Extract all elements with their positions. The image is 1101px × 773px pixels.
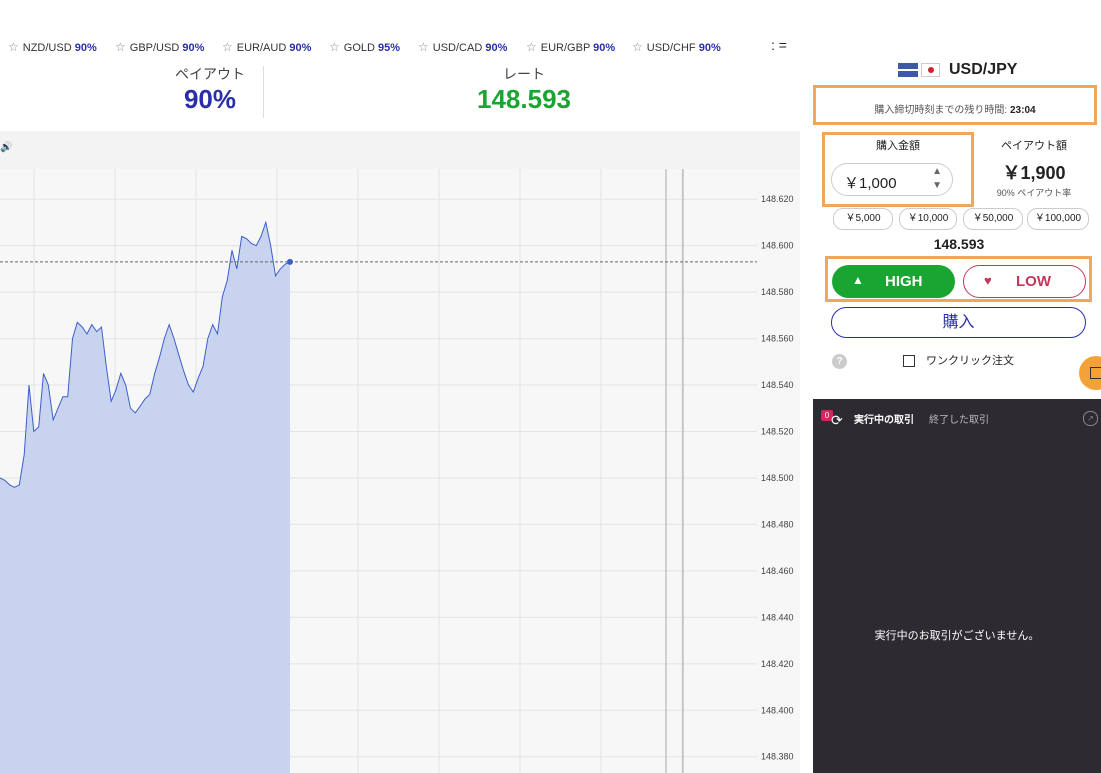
ticker-payout: 90% xyxy=(74,42,97,54)
stepper-down-icon[interactable]: ▼ xyxy=(932,180,942,191)
star-icon[interactable]: ☆ xyxy=(8,40,19,54)
y-tick-label: 148.560 xyxy=(761,334,794,344)
buy-button[interactable]: 購入 xyxy=(831,307,1086,338)
y-tick-label: 148.520 xyxy=(761,427,794,437)
quick-amount-10000[interactable]: ￥10,000 xyxy=(899,208,957,230)
pair-title: USD/JPY xyxy=(949,61,1018,78)
amount-label: 購入金額 xyxy=(876,140,920,152)
menu-icon[interactable]: : = xyxy=(771,37,787,53)
ticker-symbol: USD/CAD xyxy=(432,42,483,54)
tab-active-trades[interactable]: 実行中の取引 xyxy=(854,411,914,426)
one-click-label: ワンクリック注文 xyxy=(926,355,1014,367)
low-label: LOW xyxy=(1016,273,1051,290)
ticker-symbol: NZD/USD xyxy=(22,42,72,54)
payout-value: 90% xyxy=(183,84,237,114)
ticker-item-gbpusd[interactable]: ☆ GBP/USD 90% xyxy=(115,40,204,54)
jp-flag-icon xyxy=(921,63,940,77)
y-tick-label: 148.600 xyxy=(761,241,794,251)
header-rate: レート 148.593 xyxy=(454,64,594,115)
y-tick-label: 148.620 xyxy=(761,194,794,204)
ticker-symbol: GBP/USD xyxy=(129,42,180,54)
price-chart[interactable]: 148.620 148.600 148.580 148.560 148.540 148.5… xyxy=(0,169,800,773)
rate-label: レート xyxy=(503,66,545,82)
deadline-info: 購入締切時刻までの残り時間: 23:04 xyxy=(813,101,1097,116)
external-link-icon[interactable]: ↗ xyxy=(1083,411,1098,426)
ticker-payout: 90% xyxy=(182,42,205,54)
ticker-item-eurgbp[interactable]: ☆ EUR/GBP 90% xyxy=(526,40,615,54)
amount-input[interactable]: ￥1,000 ▲ ▼ xyxy=(831,163,953,196)
trades-panel: 0 ⟳ 実行中の取引 終了した取引 ↗ 実行中のお取引がございません。 xyxy=(813,399,1101,773)
us-flag-icon xyxy=(898,63,918,77)
rate-value: 148.593 xyxy=(477,84,571,114)
y-tick-label: 148.480 xyxy=(761,519,794,529)
gift-icon[interactable] xyxy=(1079,356,1101,390)
chart-toolbar: 🔊 xyxy=(0,131,800,169)
ticker-item-gold[interactable]: ☆ GOLD 95% xyxy=(329,40,400,54)
star-icon[interactable]: ☆ xyxy=(222,40,233,54)
y-tick-label: 148.460 xyxy=(761,566,794,576)
help-icon[interactable]: ? xyxy=(832,354,847,369)
ticker-payout: 90% xyxy=(698,42,721,54)
ticker-item-euraud[interactable]: ☆ EUR/AUD 90% xyxy=(222,40,311,54)
y-tick-label: 148.400 xyxy=(761,705,794,715)
y-tick-label: 148.540 xyxy=(761,380,794,390)
ticker-symbol: EUR/GBP xyxy=(540,42,591,54)
ticker-payout: 90% xyxy=(289,42,312,54)
ticker-symbol: USD/CHF xyxy=(646,42,696,54)
star-icon[interactable]: ☆ xyxy=(329,40,340,54)
payout-amount-label: ペイアウト額 xyxy=(1001,140,1067,152)
y-tick-label: 148.380 xyxy=(761,752,794,762)
star-icon[interactable]: ☆ xyxy=(526,40,537,54)
current-price-point xyxy=(287,258,293,265)
header-payout: ペイアウト 90% xyxy=(160,64,260,115)
y-tick-label: 148.420 xyxy=(761,659,794,669)
payout-amount-value: ￥1,900 xyxy=(1002,163,1066,183)
quick-amount-5000[interactable]: ￥5,000 xyxy=(833,208,893,230)
refresh-icon[interactable]: ⟳ xyxy=(831,412,843,429)
ticker-item-usdcad[interactable]: ☆ USD/CAD 90% xyxy=(418,40,507,54)
payout-rate-text: 90% ペイアウト率 xyxy=(996,188,1072,198)
y-tick-label: 148.500 xyxy=(761,473,794,483)
ticker-bar: ☆ NZD/USD 90% ☆ GBP/USD 90% ☆ EUR/AUD 90% ☆… xyxy=(0,34,800,62)
amount-value: ￥1,000 xyxy=(844,175,897,192)
stepper-up-icon[interactable]: ▲ xyxy=(932,166,942,177)
deadline-text: 購入締切時刻までの残り時間: xyxy=(874,105,1008,116)
header-divider xyxy=(263,66,264,118)
one-click-checkbox[interactable] xyxy=(903,355,915,367)
y-tick-label: 148.580 xyxy=(761,287,794,297)
star-icon[interactable]: ☆ xyxy=(115,40,126,54)
ticker-item-usdchf[interactable]: ☆ USD/CHF 90% xyxy=(632,40,721,54)
y-tick-label: 148.440 xyxy=(761,612,794,622)
ticker-payout: 95% xyxy=(378,42,401,54)
ticker-symbol: GOLD xyxy=(343,42,375,54)
price-area-fill xyxy=(0,222,290,773)
heart-down-icon: ♥ xyxy=(984,273,992,288)
high-label: HIGH xyxy=(885,273,923,290)
quick-amount-100000[interactable]: ￥100,000 xyxy=(1027,208,1089,230)
arrow-up-icon: ▲ xyxy=(852,273,864,287)
payout-label: ペイアウト xyxy=(175,66,245,82)
ticker-symbol: EUR/AUD xyxy=(236,42,287,54)
high-button[interactable]: ▲ HIGH xyxy=(832,265,955,298)
sound-icon[interactable]: 🔊 xyxy=(0,142,12,153)
star-icon[interactable]: ☆ xyxy=(632,40,643,54)
tab-closed-trades[interactable]: 終了した取引 xyxy=(929,411,989,426)
star-icon[interactable]: ☆ xyxy=(418,40,429,54)
current-rate: 148.593 xyxy=(933,236,985,252)
ticker-payout: 90% xyxy=(593,42,616,54)
deadline-time: 23:04 xyxy=(1009,105,1036,116)
ticker-payout: 90% xyxy=(485,42,508,54)
ticker-item-nzdusd[interactable]: ☆ NZD/USD 90% xyxy=(8,40,97,54)
low-button[interactable]: ♥ LOW xyxy=(963,265,1086,298)
empty-trades-message: 実行中のお取引がございません。 xyxy=(874,630,1040,642)
quick-amount-50000[interactable]: ￥50,000 xyxy=(963,208,1023,230)
